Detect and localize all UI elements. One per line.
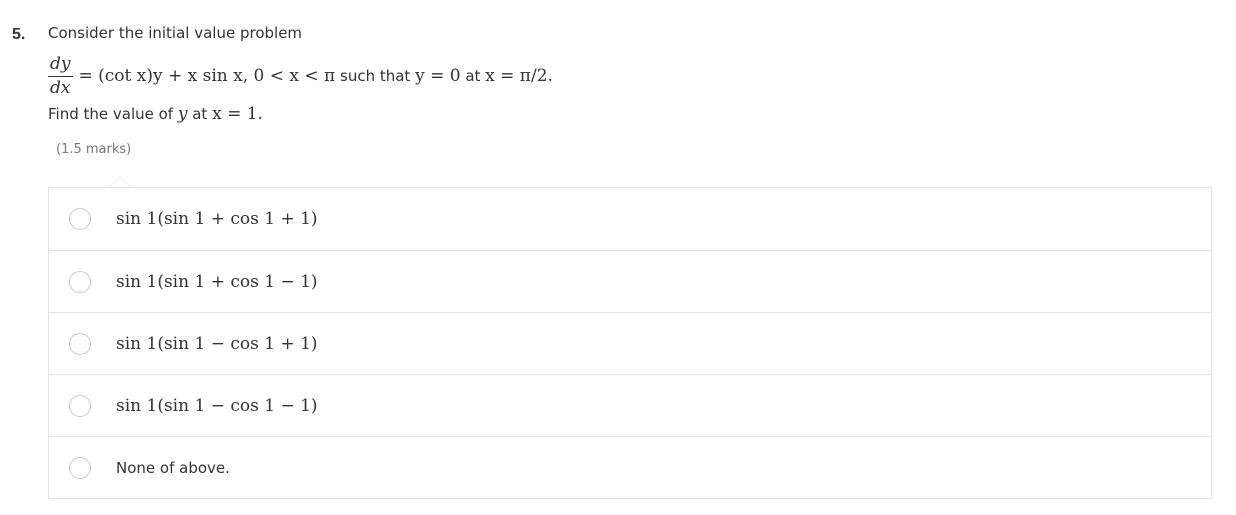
radio-button[interactable] [69, 208, 91, 230]
fraction-denominator: dx [50, 77, 71, 98]
find-var-y: y [177, 104, 188, 124]
fraction-numerator: dy [50, 53, 71, 74]
option-label: sin 1(sin 1 − cos 1 + 1) [116, 333, 318, 354]
condition-at: at [460, 67, 486, 85]
question-number: 5. [12, 26, 26, 43]
find-instruction: Find the value of y at x = 1. [48, 104, 263, 124]
radio-button[interactable] [69, 456, 91, 479]
condition-x: x = π/2. [485, 66, 553, 86]
fraction-bar [48, 75, 73, 77]
radio-button[interactable] [69, 394, 91, 417]
option-4[interactable]: sin 1(sin 1 − cos 1 − 1) [49, 374, 1211, 436]
answer-options: sin 1(sin 1 + cos 1 + 1) sin 1(sin 1 + c… [48, 187, 1212, 499]
option-5[interactable]: None of above. [49, 436, 1211, 498]
differential-equation: dy dx = (cot x)y + x sin x, 0 < x < π su… [48, 52, 553, 100]
find-at: at [187, 105, 213, 123]
find-text: Find the value of [48, 105, 178, 123]
option-3[interactable]: sin 1(sin 1 − cos 1 + 1) [49, 312, 1211, 374]
condition-text: such that [335, 67, 416, 85]
radio-button[interactable] [69, 270, 91, 293]
find-condition: x = 1. [212, 104, 263, 124]
option-label: sin 1(sin 1 − cos 1 − 1) [116, 395, 318, 416]
marks-label: (1.5 marks) [56, 142, 132, 157]
condition-y: y = 0 [415, 66, 461, 86]
equation-rhs: = (cot x)y + x sin x, 0 < x < π [78, 66, 336, 86]
option-1[interactable]: sin 1(sin 1 + cos 1 + 1) [49, 188, 1211, 250]
derivative-fraction: dy dx [48, 53, 73, 98]
option-label: sin 1(sin 1 + cos 1 + 1) [116, 209, 318, 229]
radio-button[interactable] [69, 332, 91, 355]
option-2[interactable]: sin 1(sin 1 + cos 1 − 1) [49, 250, 1211, 312]
option-label: sin 1(sin 1 + cos 1 − 1) [116, 271, 318, 292]
question-intro: Consider the initial value problem [48, 24, 303, 42]
option-label: None of above. [116, 458, 230, 477]
